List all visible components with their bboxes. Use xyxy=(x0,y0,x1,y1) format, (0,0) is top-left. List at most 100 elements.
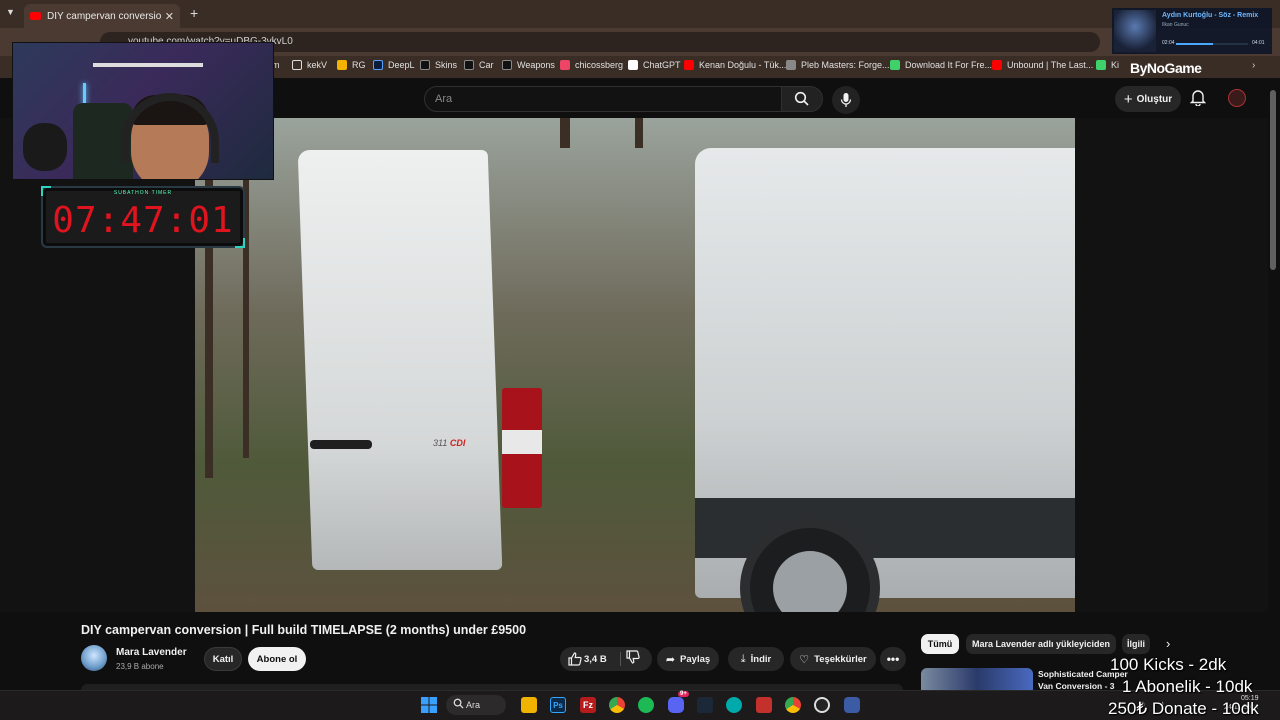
like-dislike-group: 3,4 B xyxy=(560,647,652,671)
chatgpt-icon xyxy=(628,60,638,70)
share-label: Paylaş xyxy=(680,653,711,665)
discord-icon[interactable]: 9+ xyxy=(668,691,689,713)
plus-icon: + xyxy=(1123,90,1133,108)
kick-icon xyxy=(1096,60,1106,70)
youtube-icon xyxy=(992,60,1002,70)
chevron-right-icon[interactable]: › xyxy=(1252,60,1255,71)
like-count: 3,4 B xyxy=(584,653,607,665)
song-progress xyxy=(1176,43,1248,45)
bookmark-item[interactable]: Unbound | The Last... xyxy=(992,60,1093,70)
obs-icon[interactable] xyxy=(814,697,830,713)
recommended-thumbnail[interactable] xyxy=(921,668,1033,690)
search-input[interactable]: Ara xyxy=(424,86,782,112)
bookmark-item[interactable]: Ki xyxy=(1096,60,1119,70)
timer-corner xyxy=(235,238,245,248)
video-player[interactable]: 311 CDI xyxy=(195,118,1075,612)
bookmark-item[interactable]: ChatGPT xyxy=(628,60,681,70)
bookmark-item[interactable]: kekV xyxy=(292,60,327,70)
file-explorer-icon[interactable] xyxy=(521,697,537,713)
chrome-icon[interactable] xyxy=(609,697,625,713)
youtube-icon xyxy=(30,12,41,20)
now-playing-widget: Aydın Kurtoğlu - Söz - Remix Ilkan Gunuc… xyxy=(1112,8,1272,54)
divider xyxy=(620,652,621,666)
timer-value: 07:47:01 xyxy=(52,200,234,241)
timer-caption: SUBATHON TIMER xyxy=(113,190,173,196)
windows-start-icon[interactable] xyxy=(421,697,437,713)
tree-trunk xyxy=(560,118,570,148)
chip-uploader[interactable]: Mara Lavender adlı yükleyiciden xyxy=(966,634,1116,654)
bookmark-item[interactable]: Skins xyxy=(420,60,457,70)
close-tab-icon[interactable]: ✕ xyxy=(165,10,174,23)
download-label: İndir xyxy=(750,653,772,665)
bookmark-item[interactable]: chicossberg xyxy=(560,60,623,70)
new-tab-icon[interactable]: + xyxy=(190,5,198,21)
sponsor-logo: ByNoGame xyxy=(1130,60,1202,76)
kick-icon xyxy=(420,60,430,70)
subscriber-count: 23,9 B abone xyxy=(116,662,164,671)
photoshop-icon[interactable]: Ps xyxy=(550,697,566,713)
more-actions-button[interactable]: ••• xyxy=(880,647,906,671)
song-progress-fill xyxy=(1176,43,1214,45)
notifications-bell-icon[interactable] xyxy=(1190,88,1206,106)
van-badge: 311 CDI xyxy=(433,438,465,448)
bookmark-label: RG xyxy=(352,60,366,70)
stream-app-icon[interactable] xyxy=(756,697,772,713)
filezilla-icon[interactable]: Fz xyxy=(580,697,596,713)
goal-kicks: 100 Kicks - 2dk xyxy=(1110,655,1227,674)
bookmark-item[interactable]: Pleb Masters: Forge... xyxy=(786,60,890,70)
bookmark-label: Car xyxy=(479,60,494,70)
tab-strip: ▼ DIY campervan conversion | Full ✕ + xyxy=(0,0,1280,28)
spotify-icon[interactable] xyxy=(638,697,654,713)
bookmark-item[interactable]: Download It For Fre... xyxy=(890,60,992,70)
thumbs-down-icon[interactable] xyxy=(626,650,640,664)
video-title: DIY campervan conversion | Full build TI… xyxy=(81,623,527,637)
download-button[interactable]: ⤓ İndir xyxy=(728,647,784,671)
taskbar-search[interactable]: Ara xyxy=(446,695,506,715)
tab-title: DIY campervan conversion | Full xyxy=(47,10,161,22)
open-rear-door xyxy=(297,150,503,570)
taskbar-search-label: Ara xyxy=(466,700,481,710)
steam-icon[interactable] xyxy=(697,697,713,713)
bookmark-item[interactable]: DeepL xyxy=(373,60,415,70)
join-button[interactable]: Katıl xyxy=(204,647,242,671)
channel-name[interactable]: Mara Lavender xyxy=(116,647,187,658)
tab-search-icon[interactable]: ▼ xyxy=(6,7,15,17)
chip-all[interactable]: Tümü xyxy=(921,634,959,654)
chevron-right-icon[interactable]: › xyxy=(1166,636,1170,651)
bookmark-item[interactable]: Weapons xyxy=(502,60,555,70)
stream-goals-overlay: 100 Kicks - 2dk 1 Abonelik - 10dk 250₺ D… xyxy=(1108,654,1259,720)
channel-avatar[interactable] xyxy=(81,645,107,671)
more-icon: ••• xyxy=(886,652,900,666)
active-tab[interactable]: DIY campervan conversion | Full ✕ xyxy=(24,4,180,28)
bookmark-label: ChatGPT xyxy=(643,60,681,70)
bookmark-item[interactable]: RG xyxy=(337,60,366,70)
streamer-webcam xyxy=(12,42,274,180)
search-icon xyxy=(453,698,464,709)
elapsed-time: 02:04 xyxy=(1162,40,1175,46)
account-avatar[interactable] xyxy=(1228,89,1246,107)
thumbs-up-icon[interactable] xyxy=(568,652,582,666)
scrollbar[interactable] xyxy=(1270,90,1276,270)
voice-search-button[interactable] xyxy=(832,86,860,114)
bookmark-item[interactable]: Car xyxy=(464,60,494,70)
edge-icon[interactable] xyxy=(726,697,742,713)
settings-app-icon[interactable] xyxy=(844,697,860,713)
bookmark-item[interactable]: Kenan Doğulu - Tük... xyxy=(684,60,786,70)
search-icon xyxy=(794,91,809,106)
chip-related[interactable]: İlgili xyxy=(1122,634,1150,654)
thanks-heart-icon: ♡ xyxy=(799,653,810,666)
tail-light xyxy=(502,388,542,508)
deepl-icon xyxy=(373,60,383,70)
van-badge-model: 311 xyxy=(433,438,448,448)
chicossberg-icon xyxy=(560,60,570,70)
bookmark-label: Unbound | The Last... xyxy=(1007,60,1094,70)
search-button[interactable] xyxy=(781,86,823,112)
chrome-icon[interactable] xyxy=(785,697,801,713)
share-button[interactable]: ➦ Paylaş xyxy=(657,647,719,671)
download-icon xyxy=(890,60,900,70)
create-button[interactable]: + Oluştur xyxy=(1115,86,1181,112)
thanks-button[interactable]: ♡ Teşekkürler xyxy=(790,647,876,671)
subscribe-button[interactable]: Abone ol xyxy=(248,647,306,671)
download-icon: ⤓ xyxy=(740,652,746,665)
goal-donate: 250₺ Donate - 10dk xyxy=(1108,699,1259,718)
